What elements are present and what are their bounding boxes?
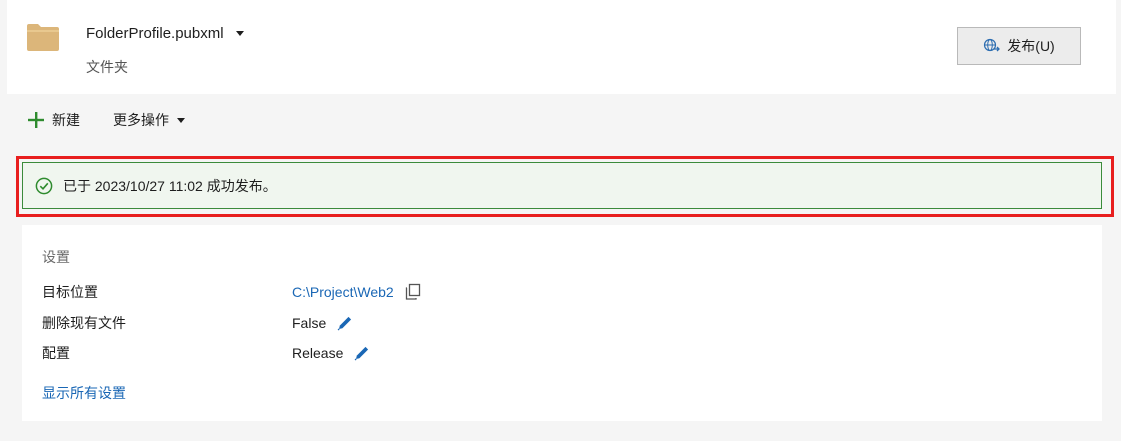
new-button[interactable]: 新建 xyxy=(26,110,80,130)
show-all-settings-link[interactable]: 显示所有设置 xyxy=(42,383,126,403)
settings-panel: 设置 目标位置 C:\Project\Web2 删除现有文件 False 配置 … xyxy=(22,225,1102,421)
profile-type: 文件夹 xyxy=(86,59,128,75)
publish-button-label: 发布(U) xyxy=(1007,38,1055,54)
setting-value: False xyxy=(292,315,327,331)
globe-publish-icon xyxy=(983,38,1001,54)
plus-icon xyxy=(26,110,46,130)
more-actions-label: 更多操作 xyxy=(113,112,169,128)
publish-button[interactable]: 发布(U) xyxy=(957,27,1081,65)
settings-title: 设置 xyxy=(42,249,70,265)
more-actions-button[interactable]: 更多操作 xyxy=(113,110,185,130)
folder-icon xyxy=(26,22,60,52)
setting-key: 目标位置 xyxy=(42,284,98,300)
pencil-icon[interactable] xyxy=(353,344,371,362)
check-circle-icon xyxy=(35,177,53,195)
profile-name: FolderProfile.pubxml xyxy=(86,25,224,42)
setting-key: 配置 xyxy=(42,345,70,361)
setting-row-delete-existing: 删除现有文件 False xyxy=(42,313,354,333)
new-button-label: 新建 xyxy=(52,112,80,128)
copy-icon[interactable] xyxy=(404,283,422,301)
profile-header: FolderProfile.pubxml 文件夹 发布(U) xyxy=(7,0,1116,94)
publish-status-message: 已于 2023/10/27 11:02 成功发布。 xyxy=(63,177,277,194)
toolbar: 新建 更多操作 xyxy=(26,110,185,130)
setting-row-configuration: 配置 Release xyxy=(42,343,371,363)
setting-value: Release xyxy=(292,345,344,361)
chevron-down-icon xyxy=(235,31,244,36)
setting-row-target-location: 目标位置 C:\Project\Web2 xyxy=(42,282,422,302)
publish-status-banner: 已于 2023/10/27 11:02 成功发布。 xyxy=(22,162,1102,209)
setting-key: 删除现有文件 xyxy=(42,315,126,331)
target-location-link[interactable]: C:\Project\Web2 xyxy=(292,284,394,300)
chevron-down-icon xyxy=(177,117,185,123)
profile-selector[interactable]: FolderProfile.pubxml xyxy=(86,25,244,42)
pencil-icon[interactable] xyxy=(336,314,354,332)
